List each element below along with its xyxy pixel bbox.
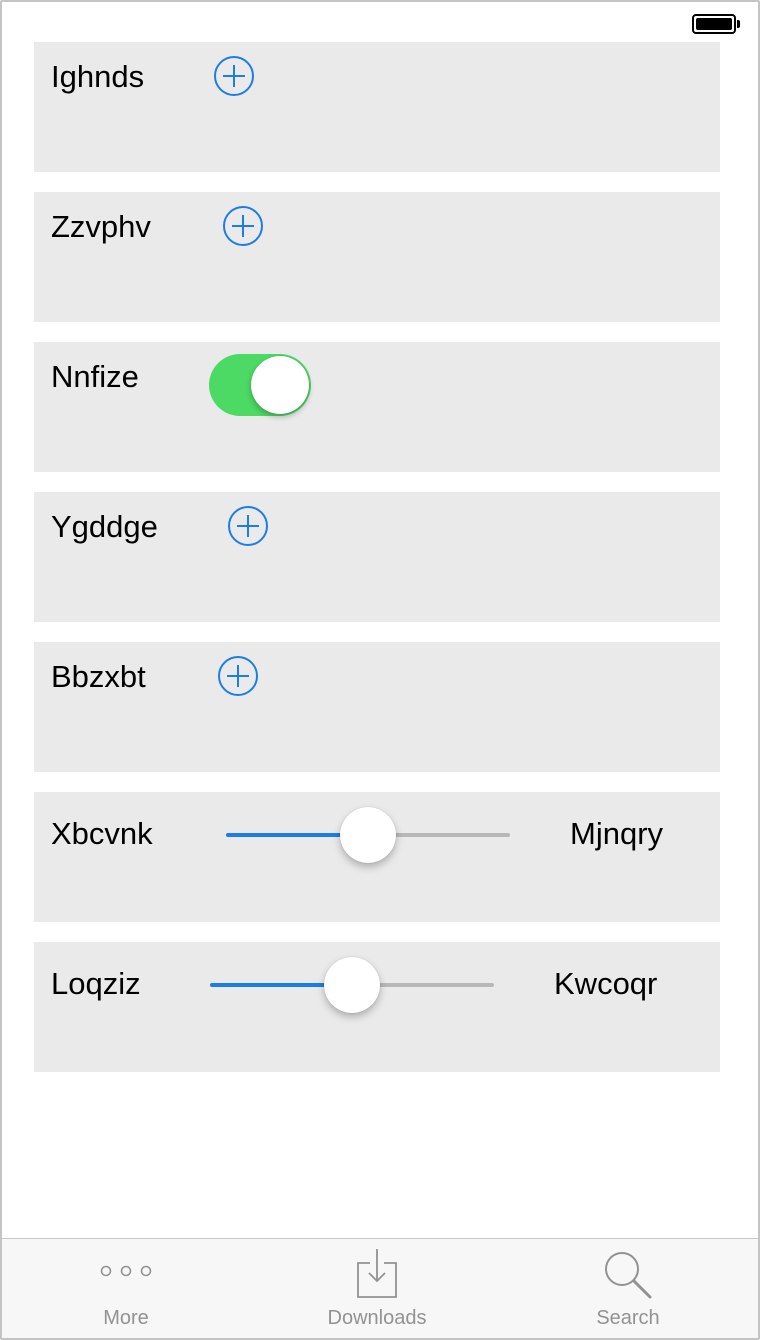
downloads-icon — [357, 1249, 397, 1298]
add-button[interactable] — [223, 206, 263, 246]
slider[interactable] — [226, 805, 510, 865]
row-label: Ygddge — [51, 509, 158, 544]
tab-label: More — [103, 1307, 149, 1329]
row-label: Bbzxbt — [51, 659, 146, 694]
list-row-nnfize: Nnfize — [34, 342, 720, 472]
toggle-switch[interactable] — [209, 354, 311, 416]
list-row-xbcvnk: Xbcvnk Mjnqry — [34, 792, 720, 922]
row-label: Nnfize — [51, 359, 139, 394]
row-label: Zzvphv — [51, 209, 151, 244]
tab-downloads[interactable]: Downloads — [287, 1239, 467, 1338]
row-label: Loqziz — [51, 966, 141, 1001]
tab-more[interactable]: More — [36, 1239, 216, 1338]
tab-label: Downloads — [327, 1307, 427, 1329]
slider[interactable] — [210, 955, 494, 1015]
list-row-zzvphv: Zzvphv — [34, 192, 720, 322]
list-row-ighnds: Ighnds — [34, 42, 720, 172]
row-label: Xbcvnk — [51, 816, 153, 851]
add-button[interactable] — [214, 56, 254, 96]
more-icon — [100, 1265, 152, 1277]
list-row-loqziz: Loqziz Kwcoqr — [34, 942, 720, 1072]
slider-thumb[interactable] — [340, 807, 396, 863]
tab-search[interactable]: Search — [538, 1239, 718, 1338]
add-button[interactable] — [218, 656, 258, 696]
slider-max-label: Mjnqry — [570, 816, 664, 851]
list-row-ygddge: Ygddge — [34, 492, 720, 622]
row-label: Ighnds — [51, 59, 145, 94]
battery-icon — [692, 14, 740, 34]
search-icon — [605, 1252, 652, 1299]
slider-max-label: Kwcoqr — [554, 966, 658, 1001]
app-screen: Ighnds Zzvphv Nnfize Ygddge Bbzxbt Xbcvn… — [0, 0, 760, 1340]
toggle-knob — [251, 356, 309, 414]
tab-label: Search — [596, 1307, 660, 1329]
slider-thumb[interactable] — [324, 957, 380, 1013]
tab-bar: More Downloads Search — [2, 1238, 758, 1338]
add-button[interactable] — [228, 506, 268, 546]
list-row-bbzxbt: Bbzxbt — [34, 642, 720, 772]
